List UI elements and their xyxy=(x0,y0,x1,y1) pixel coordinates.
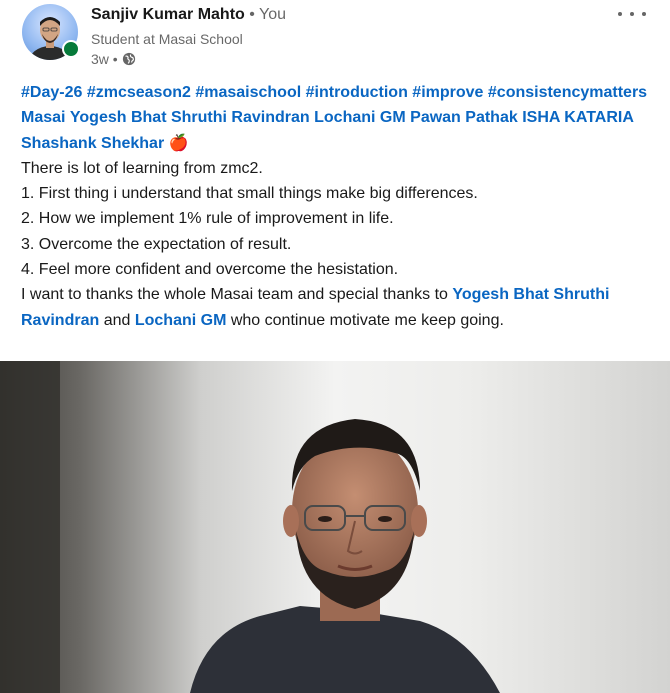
more-dot-icon xyxy=(630,12,634,16)
closing-prefix: I want to thanks the whole Masai team an… xyxy=(21,286,453,304)
author-name[interactable]: Sanjiv Kumar Mahto xyxy=(91,6,245,23)
body-line: 1. First thing i understand that small t… xyxy=(21,185,478,203)
mention-line: Masai Yogesh Bhat Shruthi Ravindran Loch… xyxy=(21,105,661,156)
hashtag-improve[interactable]: #improve xyxy=(412,84,483,101)
mention-lochani-gm[interactable]: Lochani GM xyxy=(314,109,406,126)
author-name-line[interactable]: Sanjiv Kumar Mahto • You xyxy=(91,6,286,24)
more-dot-icon xyxy=(618,12,622,16)
online-status-dot xyxy=(62,40,80,58)
hashtag-day26[interactable]: #Day-26 xyxy=(21,84,82,101)
body-line: 4. Feel more confident and overcome the … xyxy=(21,261,399,279)
closing-suffix: who continue motivate me keep going. xyxy=(226,311,504,329)
post-header: Sanjiv Kumar Mahto • You Student at Masa… xyxy=(0,0,670,76)
mention-pawan-pathak[interactable]: Pawan Pathak xyxy=(410,109,518,126)
more-options-button[interactable] xyxy=(618,6,646,22)
mention-shashank-shekhar[interactable]: Shashank Shekhar xyxy=(21,135,164,152)
hashtag-consistencymatters[interactable]: #consistencymatters xyxy=(488,84,647,101)
more-dot-icon xyxy=(642,12,646,16)
body-line: 2. How we implement 1% rule of improveme… xyxy=(21,210,394,228)
author-headline: Student at Masai School xyxy=(91,31,243,47)
linkedin-post: Sanjiv Kumar Mahto • You Student at Masa… xyxy=(0,0,670,693)
post-content: #Day-26 #zmcseason2 #masaischool #introd… xyxy=(21,80,661,333)
body-line: 3. Overcome the expectation of result. xyxy=(21,235,292,253)
globe-icon xyxy=(122,52,135,66)
mention-isha-kataria[interactable]: ISHA KATARIA xyxy=(522,109,634,126)
post-time: 3w • xyxy=(91,51,118,67)
apple-emoji: 🍎 xyxy=(168,134,189,152)
closing-conjunction: and xyxy=(99,311,135,329)
mention-yogesh-bhat-closing[interactable]: Yogesh Bhat xyxy=(452,286,549,303)
author-avatar-wrapper[interactable] xyxy=(22,4,80,60)
mention-masai[interactable]: Masai xyxy=(21,109,65,126)
post-video[interactable] xyxy=(0,361,670,693)
mention-yogesh-bhat[interactable]: Yogesh Bhat xyxy=(70,109,167,126)
hashtag-masaischool[interactable]: #masaischool xyxy=(195,84,301,101)
hashtag-introduction[interactable]: #introduction xyxy=(306,84,408,101)
closing-line: I want to thanks the whole Masai team an… xyxy=(21,282,661,333)
mention-shruthi-ravindran[interactable]: Shruthi Ravindran xyxy=(171,109,310,126)
author-relation: • You xyxy=(249,6,287,23)
mention-lochani-gm-closing[interactable]: Lochani GM xyxy=(135,312,227,329)
body-line: There is lot of learning from zmc2. xyxy=(21,159,263,177)
post-meta: 3w • xyxy=(91,51,136,67)
hashtag-line: #Day-26 #zmcseason2 #masaischool #introd… xyxy=(21,80,661,105)
video-frame-person xyxy=(0,361,500,693)
hashtag-zmcseason2[interactable]: #zmcseason2 xyxy=(87,84,191,101)
